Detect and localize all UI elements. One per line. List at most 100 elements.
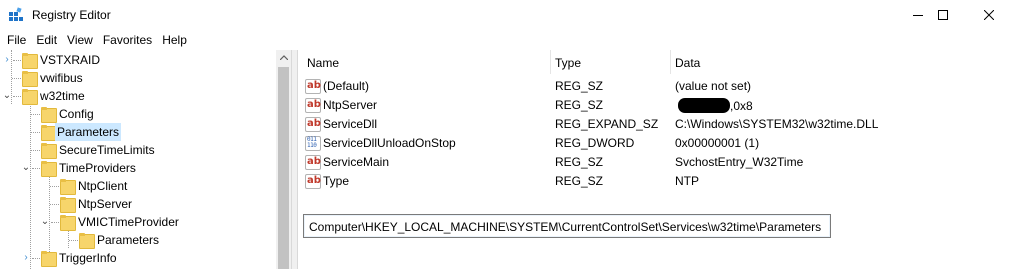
menu-file[interactable]: File [2,31,31,49]
folder-icon [21,52,38,69]
value-data: SvchostEntry_W32Time [675,155,804,169]
collapse-icon[interactable]: ⌄ [21,162,31,174]
value-type: REG_SZ [555,98,604,112]
tree-item-label: vwifibus [40,71,83,85]
value-data: C:\Windows\SYSTEM32\w32time.DLL [675,117,879,131]
tree-item-vmic-parameters[interactable]: Parameters [0,231,276,249]
menu-view[interactable]: View [62,31,98,49]
tree-guide-line [69,240,78,241]
value-name: ServiceDll [323,117,378,131]
value-name: ServiceMain [323,155,390,169]
folder-icon [59,178,76,195]
value-row[interactable]: ab ServiceMain REG_SZ SvchostEntry_W32Ti… [298,153,1013,172]
value-row[interactable]: ab NtpServer REG_SZ ,0x8 [298,96,1013,115]
chevron-up-icon [279,55,288,60]
string-value-icon: ab [305,155,321,170]
tree-guide-line [50,186,59,187]
collapse-icon[interactable]: ⌄ [2,90,12,102]
collapse-icon[interactable]: ⌄ [40,216,50,228]
tree-item-label: TriggerInfo [59,251,117,265]
tree-scrollbar[interactable] [276,50,291,269]
value-type: REG_EXPAND_SZ [555,117,659,131]
tree-guide-line [13,60,21,61]
column-divider[interactable] [670,50,671,74]
tree-item-label: Config [59,107,94,121]
maximize-button[interactable] [920,0,966,30]
tree-item-config[interactable]: Config [0,105,276,123]
tree-item-vwifibus[interactable]: vwifibus [0,69,276,87]
tree-guide-line [31,132,40,133]
menu-favorites[interactable]: Favorites [98,31,157,49]
value-row[interactable]: ab Type REG_SZ NTP [298,172,1013,191]
folder-icon [40,106,57,123]
tree-guide-line [32,168,40,169]
string-value-icon: ab [305,117,321,132]
tree-item-label: NtpClient [78,179,128,193]
tree-item-label: Parameters [55,123,122,141]
menu-help[interactable]: Help [157,31,192,49]
tree-item-label: SecureTimeLimits [59,143,155,157]
maximize-icon [938,10,948,20]
scroll-up-button[interactable] [276,50,291,65]
close-button[interactable] [966,0,1012,30]
tree-item-ntpclient[interactable]: NtpClient [0,177,276,195]
column-divider[interactable] [550,50,551,74]
registry-editor-app-icon [9,7,23,21]
tree-item-triggerinfo[interactable]: › TriggerInfo [0,249,276,267]
folder-icon [78,232,95,249]
close-icon [984,10,994,20]
folder-icon [40,250,57,267]
folder-icon [59,196,76,213]
tree-item-label: VMICTimeProvider [78,215,179,229]
tree-item-label: TimeProviders [59,161,136,175]
value-type: REG_DWORD [555,136,635,150]
value-row[interactable]: 011 110 ServiceDllUnloadOnStop REG_DWORD … [298,134,1013,153]
value-name: NtpServer [323,98,378,112]
pane-splitter[interactable] [291,50,298,269]
value-row[interactable]: ab (Default) REG_SZ (value not set) [298,77,1013,96]
tree-item-w32time[interactable]: ⌄ w32time [0,87,276,105]
tree-item-ntpserver[interactable]: NtpServer [0,195,276,213]
tree-guide-line [50,204,59,205]
value-type: REG_SZ [555,79,604,93]
scroll-thumb[interactable] [278,67,289,269]
menu-edit[interactable]: Edit [31,31,62,49]
value-row[interactable]: ab ServiceDll REG_EXPAND_SZ C:\Windows\S… [298,115,1013,134]
string-value-icon: ab [305,98,321,113]
tree-item-securetimelimits[interactable]: SecureTimeLimits [0,141,276,159]
expand-icon[interactable]: › [21,252,31,264]
column-header-data[interactable]: Data [675,56,700,70]
string-value-icon: ab [305,174,321,189]
tree-item-vstxraid[interactable]: › VSTXRAID [0,51,276,69]
column-header-type[interactable]: Type [555,56,581,70]
tree-guide-line [31,150,40,151]
list-header: Name Type Data [298,50,1013,74]
folder-icon [40,160,57,177]
tree-guide-line [12,78,21,79]
title-bar: Registry Editor [0,0,1013,30]
folder-icon [40,142,57,159]
tree-guide-line [51,222,59,223]
value-data-container: ,0x8 [675,98,753,113]
window-title: Registry Editor [32,8,111,22]
value-name: ServiceDllUnloadOnStop [323,136,456,150]
tree-guide-line [31,114,40,115]
tree-item-parameters[interactable]: Parameters [0,123,276,141]
address-path[interactable]: Computer\HKEY_LOCAL_MACHINE\SYSTEM\Curre… [309,220,821,234]
value-name: (Default) [323,79,370,93]
value-data: (value not set) [675,79,752,93]
tree-guide-line [32,258,40,259]
column-header-name[interactable]: Name [307,56,339,70]
tree-guide-line [13,96,21,97]
value-data: ,0x8 [730,99,753,113]
tree-item-timeproviders[interactable]: ⌄ TimeProviders [0,159,276,177]
value-name: Type [323,174,350,188]
registry-key-tree[interactable]: › VSTXRAID vwifibus ⌄ w32time Config Par… [0,50,291,269]
expand-icon[interactable]: › [2,54,12,66]
string-value-icon: ab [305,79,321,94]
tree-item-label: Parameters [97,233,160,247]
tree-item-vmictimeprovider[interactable]: ⌄ VMICTimeProvider [0,213,276,231]
address-bar[interactable]: Computer\HKEY_LOCAL_MACHINE\SYSTEM\Curre… [303,214,831,238]
tree-item-label: w32time [40,89,85,103]
folder-icon [59,214,76,231]
